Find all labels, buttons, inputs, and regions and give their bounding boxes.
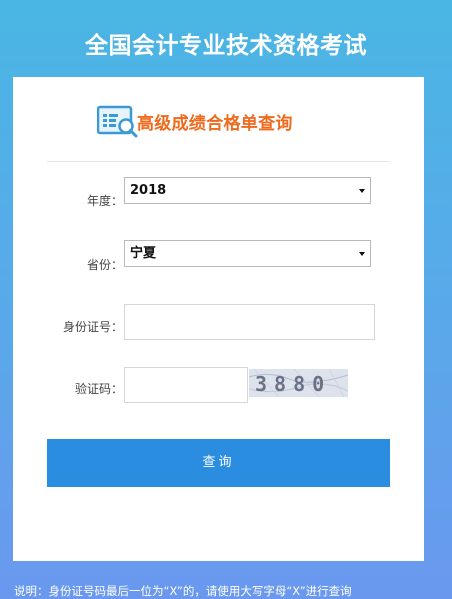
divider (47, 161, 390, 162)
year-select-value: 2018 (130, 183, 167, 198)
captcha-input[interactable] (124, 367, 248, 403)
query-button[interactable]: 查询 (47, 439, 390, 487)
province-select[interactable]: 宁夏 (124, 240, 371, 267)
page-title: 全国会计专业技术资格考试 (85, 33, 367, 59)
province-select-value: 宁夏 (130, 246, 157, 261)
search-document-icon (97, 105, 138, 138)
dropdown-arrow-icon (359, 252, 365, 256)
query-panel: 高级成绩合格单查询 年度： 2018 省份： 宁夏 身份证号： 验证码： 388… (13, 77, 424, 561)
captcha-label: 验证码： (74, 382, 123, 396)
captcha-image[interactable]: 3880 (249, 369, 348, 397)
province-label: 省份： (86, 258, 123, 272)
year-label: 年度： (86, 194, 123, 208)
captcha-text: 3880 (255, 372, 331, 396)
dropdown-arrow-icon (359, 189, 365, 193)
year-select[interactable]: 2018 (124, 177, 371, 204)
section-title: 高级成绩合格单查询 (137, 114, 293, 134)
footer-note: 说明：身份证号码最后一位为“X”的，请使用大写字母“X”进行查询 (14, 584, 352, 598)
id-number-label: 身份证号： (62, 320, 123, 334)
id-number-input[interactable] (124, 304, 375, 340)
